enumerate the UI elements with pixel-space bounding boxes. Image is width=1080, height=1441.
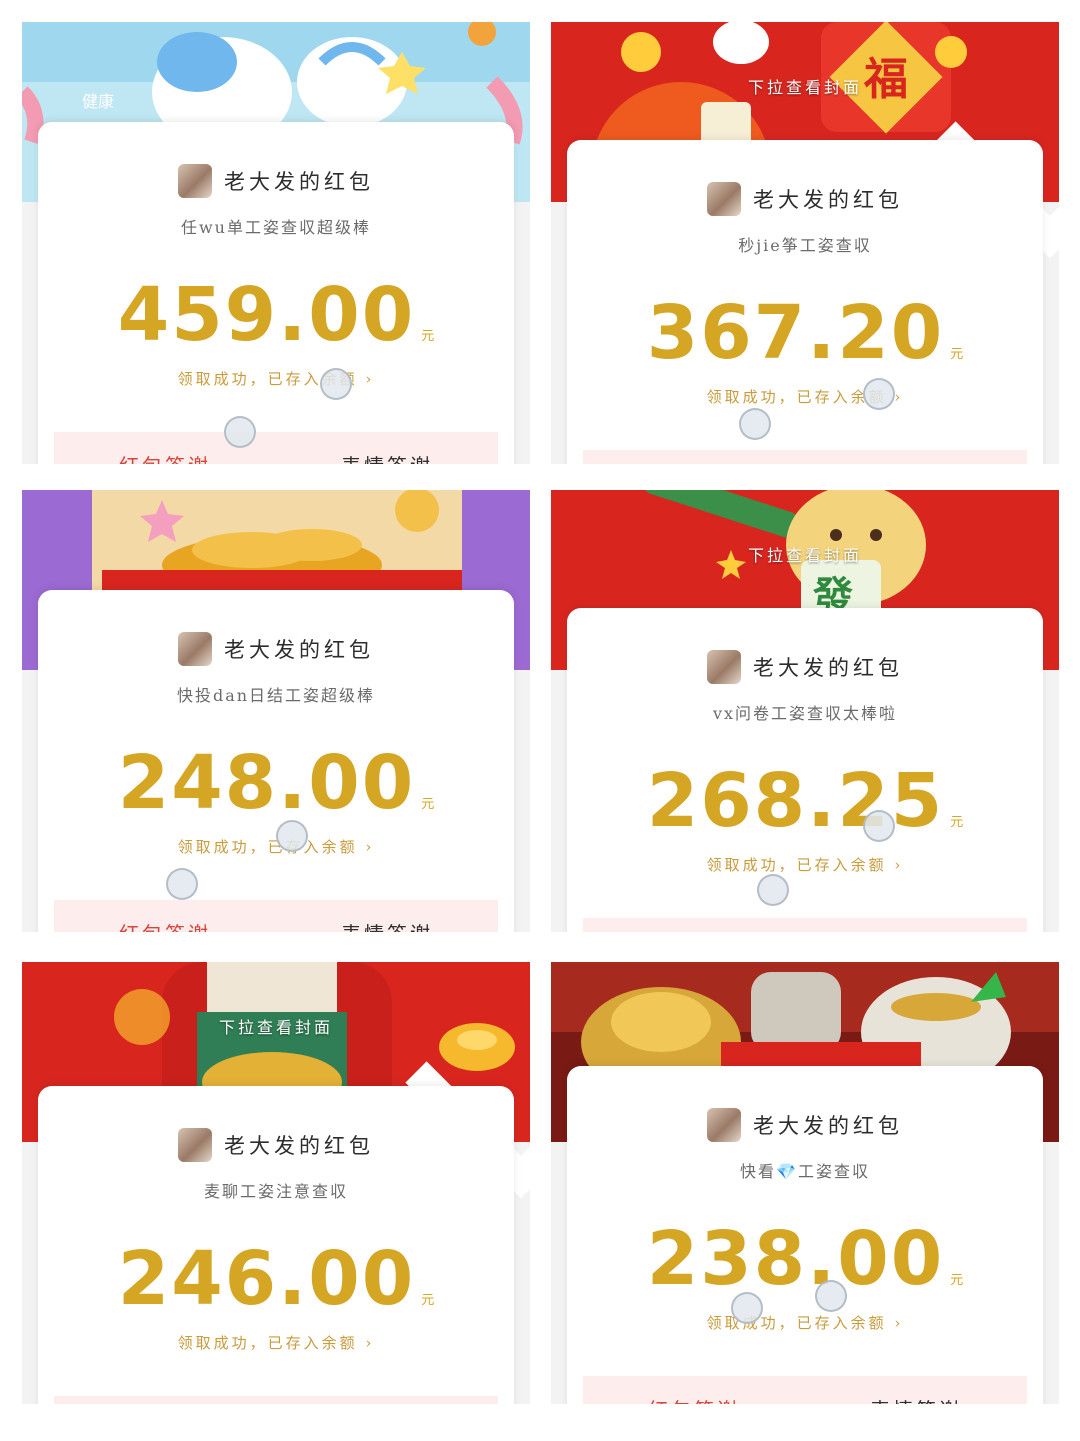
packet-card: 老大发的红包 任wu单工姿查収超级棒 459.00 元 领取成功，已存入余额 › … bbox=[38, 122, 514, 464]
packet-greeting: 任wu单工姿查収超级棒 bbox=[180, 218, 371, 237]
sender-avatar bbox=[178, 1128, 212, 1162]
amount-row: 238.00 元 bbox=[567, 1216, 1043, 1302]
chevron-right-icon: › bbox=[894, 1314, 904, 1332]
sender-row: 老大发的红包 bbox=[38, 1128, 514, 1162]
touch-indicator bbox=[815, 1280, 847, 1312]
sender-name: 老大发的红包 bbox=[753, 656, 903, 680]
touch-indicator bbox=[739, 408, 771, 440]
sender-name: 老大发的红包 bbox=[753, 188, 903, 212]
sender-row: 老大发的红包 bbox=[38, 632, 514, 666]
red-packet-panel-3: 老大发的红包 快投dan日结工姿超级棒 248.00 元 领取成功，已存入余额 ›… bbox=[22, 490, 530, 932]
chevron-right-icon: › bbox=[894, 388, 904, 406]
packet-amount: 367.20 bbox=[646, 290, 945, 376]
sender-row: 老大发的红包 bbox=[567, 650, 1043, 684]
red-packet-thanks-button[interactable]: 红包答谢 bbox=[648, 1394, 740, 1404]
sender-row: 老大发的红包 bbox=[567, 1108, 1043, 1142]
thanks-bar: 红包答谢 表情答谢 bbox=[583, 1376, 1027, 1404]
packet-amount: 246.00 bbox=[117, 1236, 416, 1322]
amount-unit: 元 bbox=[421, 329, 435, 344]
sender-avatar bbox=[707, 1108, 741, 1142]
packet-card: 老大发的红包 快看💎工姿查収 238.00 元 领取成功，已存入余额 › 红包答谢… bbox=[567, 1066, 1043, 1404]
status-text: 领取成功，已存入余额 bbox=[706, 388, 887, 406]
thanks-bar: 红包答谢 表情答谢 bbox=[54, 900, 498, 932]
balance-link[interactable]: 领取成功，已存入余额 › bbox=[567, 386, 1043, 407]
sender-avatar bbox=[178, 632, 212, 666]
amount-row: 268.25 元 bbox=[567, 758, 1043, 844]
packet-greeting: vx问卷工姿查収太棒啦 bbox=[712, 704, 898, 723]
red-packet-panel-6: 老大发的红包 快看💎工姿查収 238.00 元 领取成功，已存入余额 › 红包答谢… bbox=[551, 962, 1059, 1404]
amount-unit: 元 bbox=[950, 815, 964, 830]
red-packet-panel-2: 福 下拉查看封面 老大发的红包 秒jie筝工姿查収 367.20 元 领取成功，已… bbox=[551, 22, 1059, 464]
sender-name: 老大发的红包 bbox=[224, 170, 374, 194]
balance-link[interactable]: 领取成功，已存入余额 › bbox=[38, 368, 514, 389]
sticker-thanks-button[interactable]: 表情答谢 bbox=[870, 1394, 962, 1404]
packet-greeting: 麦聊工姿注意查収 bbox=[203, 1182, 348, 1201]
balance-link[interactable]: 领取成功，已存入余额 › bbox=[567, 1312, 1043, 1333]
cover-hint: 下拉查看封面 bbox=[218, 1018, 333, 1037]
sender-avatar bbox=[707, 182, 741, 216]
status-text: 领取成功，已存入余额 bbox=[177, 838, 358, 856]
packet-amount: 459.00 bbox=[117, 272, 416, 358]
amount-row: 246.00 元 bbox=[38, 1236, 514, 1322]
red-packet-thanks-button[interactable]: 红包答谢 bbox=[119, 918, 211, 932]
packet-amount: 238.00 bbox=[646, 1216, 945, 1302]
packet-card: 老大发的红包 vx问卷工姿查収太棒啦 268.25 元 领取成功，已存入余额 › … bbox=[567, 608, 1043, 932]
amount-unit: 元 bbox=[950, 1273, 964, 1288]
red-packet-panel-5: 下拉查看封面 老大发的红包 麦聊工姿注意查収 246.00 元 领取成功，已存入余… bbox=[22, 962, 530, 1404]
amount-row: 248.00 元 bbox=[38, 740, 514, 826]
touch-indicator bbox=[757, 874, 789, 906]
svg-text:健康: 健康 bbox=[82, 92, 114, 111]
red-packet-panel-4: 發 下拉查看封面 老大发的红包 vx问卷工姿查収太棒啦 268.25 元 领取成功… bbox=[551, 490, 1059, 932]
sender-avatar bbox=[707, 650, 741, 684]
touch-indicator bbox=[320, 368, 352, 400]
packet-card: 老大发的红包 快投dan日结工姿超级棒 248.00 元 领取成功，已存入余额 ›… bbox=[38, 590, 514, 932]
packet-greeting: 快投dan日结工姿超级棒 bbox=[176, 686, 376, 705]
thanks-bar: 红包答谢 表情答谢 bbox=[54, 1396, 498, 1404]
packet-card: 老大发的红包 秒jie筝工姿查収 367.20 元 领取成功，已存入余额 › 红包… bbox=[567, 140, 1043, 464]
sticker-thanks-button[interactable]: 表情答谢 bbox=[341, 918, 433, 932]
sender-row: 老大发的红包 bbox=[567, 182, 1043, 216]
packet-greeting: 快看💎工姿查収 bbox=[740, 1162, 870, 1181]
sender-row: 老大发的红包 bbox=[38, 164, 514, 198]
touch-indicator bbox=[276, 820, 308, 852]
chevron-right-icon: › bbox=[365, 838, 375, 856]
red-packet-panel-1: 健康 老大发的红包 任wu单工姿查収超级棒 459.00 元 领取成功，已存入余额… bbox=[22, 22, 530, 464]
thanks-bar: 红包答谢 表情答谢 bbox=[583, 918, 1027, 932]
thanks-bar: 红包答谢 表情答谢 bbox=[583, 450, 1027, 464]
touch-indicator bbox=[731, 1292, 763, 1324]
status-text: 领取成功，已存入余额 bbox=[177, 1334, 358, 1352]
balance-link[interactable]: 领取成功，已存入余额 › bbox=[567, 854, 1043, 875]
sticker-thanks-button[interactable]: 表情答谢 bbox=[341, 450, 433, 464]
amount-unit: 元 bbox=[950, 347, 964, 362]
red-packet-thanks-button[interactable]: 红包答谢 bbox=[119, 450, 211, 464]
touch-indicator bbox=[166, 868, 198, 900]
touch-indicator bbox=[863, 810, 895, 842]
chevron-right-icon: › bbox=[365, 370, 375, 388]
sender-name: 老大发的红包 bbox=[224, 1134, 374, 1158]
touch-indicator bbox=[224, 416, 256, 448]
amount-row: 367.20 元 bbox=[567, 290, 1043, 376]
packet-amount: 268.25 bbox=[646, 758, 945, 844]
packet-amount: 248.00 bbox=[117, 740, 416, 826]
amount-unit: 元 bbox=[421, 797, 435, 812]
packet-card: 老大发的红包 麦聊工姿注意查収 246.00 元 领取成功，已存入余额 › 红包答… bbox=[38, 1086, 514, 1404]
chevron-right-icon: › bbox=[894, 856, 904, 874]
sender-name: 老大发的红包 bbox=[224, 638, 374, 662]
thanks-bar: 红包答谢 表情答谢 bbox=[54, 432, 498, 464]
sender-name: 老大发的红包 bbox=[753, 1114, 903, 1138]
amount-row: 459.00 元 bbox=[38, 272, 514, 358]
sender-avatar bbox=[178, 164, 212, 198]
balance-link[interactable]: 领取成功，已存入余额 › bbox=[38, 1332, 514, 1353]
cover-hint: 下拉查看封面 bbox=[747, 546, 862, 565]
amount-unit: 元 bbox=[421, 1293, 435, 1308]
packet-greeting: 秒jie筝工姿查収 bbox=[738, 236, 872, 255]
touch-indicator bbox=[863, 378, 895, 410]
status-text: 领取成功，已存入余额 bbox=[706, 856, 887, 874]
cover-hint: 下拉查看封面 bbox=[747, 78, 862, 97]
chevron-right-icon: › bbox=[365, 1334, 375, 1352]
